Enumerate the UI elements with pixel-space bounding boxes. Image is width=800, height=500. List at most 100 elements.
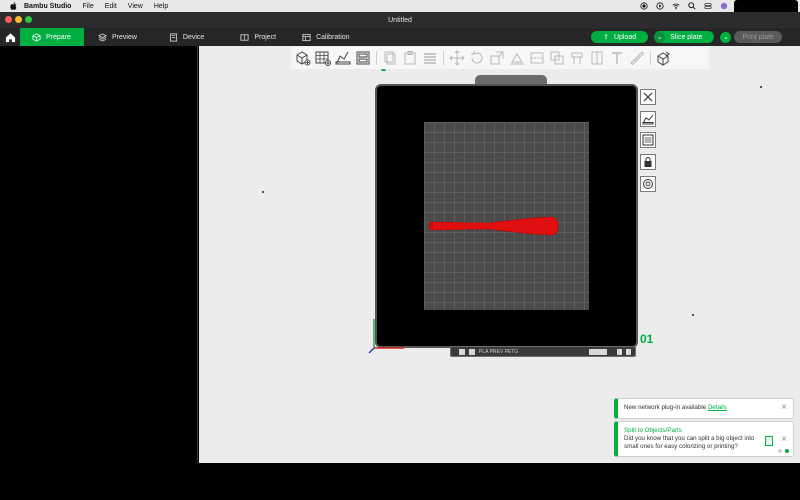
paste-icon bbox=[404, 51, 416, 65]
siri-icon[interactable] bbox=[720, 2, 728, 10]
search-icon[interactable] bbox=[688, 2, 696, 10]
page-dot[interactable] bbox=[785, 449, 789, 453]
menu-app-name[interactable]: Bambu Studio bbox=[24, 3, 71, 10]
axis-indicator bbox=[368, 319, 404, 354]
tab-project[interactable]: Project bbox=[230, 28, 286, 46]
gear-icon bbox=[643, 179, 653, 189]
project-icon bbox=[240, 33, 249, 41]
rotate-icon bbox=[471, 51, 483, 64]
lock-icon bbox=[644, 157, 652, 167]
layers-button[interactable] bbox=[420, 48, 440, 68]
page-dot[interactable] bbox=[778, 449, 782, 453]
print-plate-group: ⌄ Print plate bbox=[720, 31, 782, 43]
tab-prepare[interactable]: Prepare bbox=[20, 28, 84, 46]
close-window-button[interactable] bbox=[5, 16, 12, 23]
toolbar-actions: ⇪ Upload ⌄ Slice plate ⌄ Print plate bbox=[591, 31, 782, 43]
assembly-icon bbox=[657, 51, 670, 66]
canvas-speck bbox=[381, 69, 386, 71]
object-toolbar bbox=[291, 47, 709, 69]
tab-device[interactable]: Device bbox=[159, 28, 214, 46]
play-icon[interactable] bbox=[656, 2, 664, 10]
cut-tool-button[interactable] bbox=[527, 48, 547, 68]
orient-plate-button[interactable] bbox=[640, 111, 656, 127]
zoom-window-button[interactable] bbox=[25, 16, 32, 23]
tab-calibration[interactable]: Calibration bbox=[292, 28, 359, 46]
plate-label-icon bbox=[459, 348, 465, 355]
auto-orient-button[interactable] bbox=[333, 48, 353, 68]
measure-tool-button[interactable] bbox=[627, 48, 647, 68]
menu-help[interactable]: Help bbox=[154, 3, 168, 10]
tab-preview[interactable]: Preview bbox=[88, 28, 147, 46]
arrange-plate-button[interactable] bbox=[640, 132, 656, 148]
clipboard-icon[interactable] bbox=[765, 436, 773, 446]
cube-icon bbox=[32, 32, 41, 42]
seam-icon bbox=[591, 51, 603, 65]
3d-model-object[interactable] bbox=[428, 214, 560, 238]
apple-icon[interactable] bbox=[8, 2, 18, 10]
copy-icon bbox=[384, 51, 396, 65]
control-center-icon[interactable] bbox=[704, 2, 712, 10]
text-tool-button[interactable] bbox=[607, 48, 627, 68]
record-icon[interactable] bbox=[640, 2, 648, 10]
wifi-icon[interactable] bbox=[672, 2, 680, 10]
text-icon bbox=[612, 52, 622, 64]
print-plate-button[interactable]: Print plate bbox=[734, 31, 782, 43]
plate-label-box bbox=[626, 348, 631, 355]
seam-paint-button[interactable] bbox=[587, 48, 607, 68]
notification-plugin: New network plug-in available Details × bbox=[614, 398, 794, 419]
rotate-tool-button[interactable] bbox=[467, 48, 487, 68]
close-icon[interactable]: × bbox=[779, 435, 789, 445]
home-button[interactable] bbox=[0, 28, 20, 46]
add-object-button[interactable] bbox=[293, 48, 313, 68]
menu-view[interactable]: View bbox=[128, 3, 143, 10]
move-tool-button[interactable] bbox=[447, 48, 467, 68]
close-icon[interactable]: × bbox=[779, 403, 789, 413]
device-icon bbox=[169, 32, 177, 42]
add-plate-button[interactable] bbox=[313, 48, 333, 68]
upload-button[interactable]: ⇪ Upload bbox=[591, 31, 649, 43]
paste-button[interactable] bbox=[400, 48, 420, 68]
plate-filament-label: PLA PREV PETG bbox=[450, 346, 636, 357]
scale-icon bbox=[490, 51, 504, 65]
details-link[interactable]: Details bbox=[708, 404, 727, 411]
lay-on-face-button[interactable] bbox=[507, 48, 527, 68]
arrange-button[interactable] bbox=[353, 48, 373, 68]
calibration-icon bbox=[302, 33, 311, 41]
copy-button[interactable] bbox=[380, 48, 400, 68]
notification-text: New network plug-in available bbox=[624, 404, 707, 411]
arrange-icon bbox=[356, 51, 370, 65]
tab-label: Preview bbox=[112, 33, 137, 41]
assembly-view-button[interactable] bbox=[654, 48, 674, 68]
menu-edit[interactable]: Edit bbox=[105, 3, 117, 10]
scale-tool-button[interactable] bbox=[487, 48, 507, 68]
plate-settings-button[interactable] bbox=[640, 176, 656, 192]
lay-flat-icon bbox=[510, 53, 524, 65]
orient-icon bbox=[335, 51, 351, 65]
status-icons bbox=[640, 0, 728, 12]
layers-icon bbox=[98, 32, 107, 42]
boolean-icon bbox=[550, 51, 564, 65]
lock-plate-button[interactable] bbox=[640, 154, 656, 170]
mesh-boolean-button[interactable] bbox=[547, 48, 567, 68]
slice-plate-button[interactable]: ⌄ Slice plate bbox=[654, 31, 715, 43]
tab-label: Prepare bbox=[46, 33, 71, 41]
upload-label: Upload bbox=[613, 33, 637, 41]
left-sidebar bbox=[0, 46, 198, 463]
tab-label: Device bbox=[182, 33, 205, 41]
toolbar-divider bbox=[650, 51, 651, 65]
delete-plate-button[interactable] bbox=[640, 89, 656, 105]
plate-number[interactable]: 01 bbox=[640, 332, 653, 346]
chevron-down-icon[interactable]: ⌄ bbox=[654, 31, 666, 43]
notification-text: Did you know that you can split a big ob… bbox=[624, 435, 755, 450]
minimize-window-button[interactable] bbox=[15, 16, 22, 23]
orient-icon bbox=[642, 114, 654, 125]
canvas-speck bbox=[262, 191, 264, 193]
canvas-speck bbox=[692, 314, 694, 316]
support-paint-button[interactable] bbox=[567, 48, 587, 68]
chevron-down-icon[interactable]: ⌄ bbox=[720, 31, 732, 43]
menu-file[interactable]: File bbox=[82, 3, 93, 10]
measure-icon bbox=[630, 51, 645, 66]
window-titlebar: Untitled bbox=[0, 12, 800, 28]
upload-icon: ⇪ bbox=[603, 34, 609, 41]
toolbar-divider bbox=[376, 51, 377, 65]
